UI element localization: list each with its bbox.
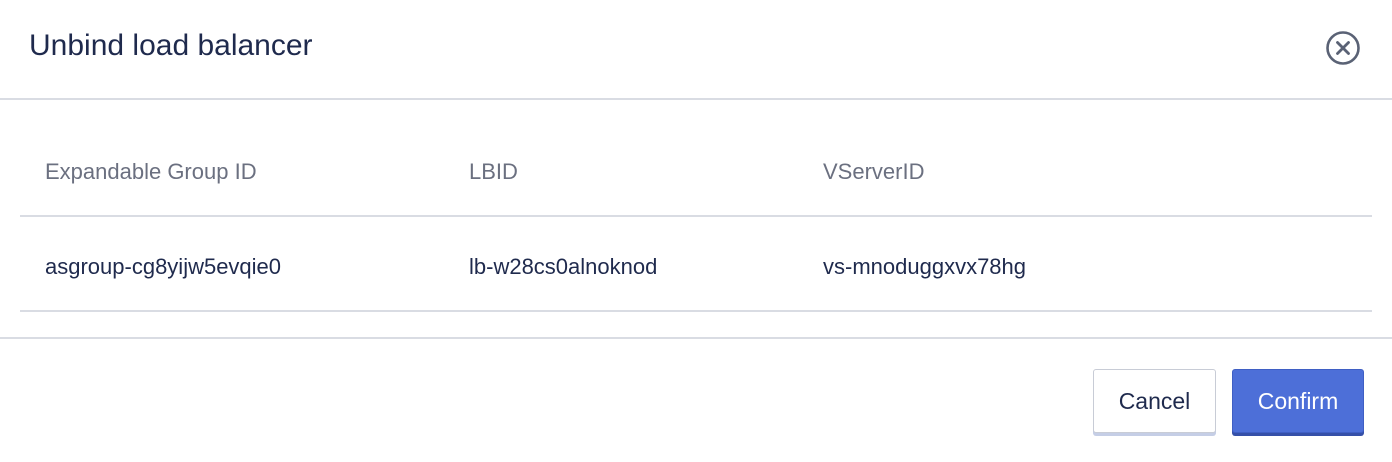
footer-divider	[0, 337, 1392, 339]
cancel-button[interactable]: Cancel	[1093, 369, 1216, 433]
table-header-row: Expandable Group ID LBID VServerID	[20, 126, 1372, 217]
dialog-title: Unbind load balancer	[29, 29, 313, 62]
unbind-load-balancer-dialog: Unbind load balancer Expandable Group ID…	[0, 0, 1392, 462]
close-circle-icon	[1325, 30, 1361, 66]
column-header-vserverid: VServerID	[823, 159, 925, 184]
load-balancer-table: Expandable Group ID LBID VServerID asgro…	[20, 126, 1372, 312]
confirm-button[interactable]: Confirm	[1232, 369, 1364, 433]
cell-vserverid: vs-mnoduggxvx78hg	[823, 254, 1027, 279]
close-button[interactable]	[1325, 30, 1361, 66]
table-row: asgroup-cg8yijw5evqie0 lb-w28cs0alnoknod…	[20, 217, 1372, 312]
column-header-expandable-group-id: Expandable Group ID	[45, 159, 257, 184]
column-header-lbid: LBID	[469, 159, 518, 184]
dialog-header: Unbind load balancer	[0, 0, 1392, 100]
cell-expandable-group-id: asgroup-cg8yijw5evqie0	[45, 254, 282, 279]
cell-lbid: lb-w28cs0alnoknod	[469, 254, 658, 279]
